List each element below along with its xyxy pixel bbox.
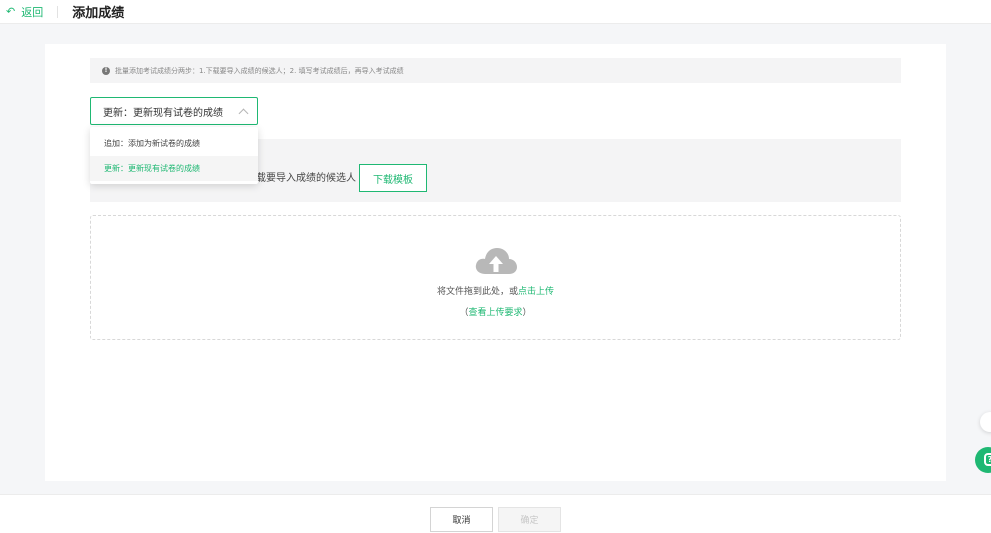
chevron-up-icon: [238, 108, 249, 118]
help-button[interactable]: ?: [975, 447, 991, 473]
undo-arrow-icon: ↶: [6, 5, 16, 18]
headset-icon[interactable]: [980, 412, 991, 432]
upload-dropzone[interactable]: 将文件拖到此处，或点击上传 （查看上传要求）: [90, 215, 901, 340]
cancel-button[interactable]: 取消: [430, 507, 493, 532]
upload-prompt-text: 将文件拖到此处，或: [436, 287, 518, 297]
help-icon: ?: [984, 453, 991, 466]
cloud-upload-icon: [475, 248, 517, 274]
back-button[interactable]: ↶ 返回: [0, 4, 43, 20]
info-icon: !: [102, 66, 110, 75]
upload-prompt: 将文件拖到此处，或点击上传: [437, 284, 554, 297]
mode-option-update[interactable]: 更新：更新现有试卷的成绩: [90, 156, 258, 181]
download-template-button[interactable]: 下载模板: [359, 164, 427, 192]
page-title: 添加成绩: [72, 6, 125, 21]
footer-bar: 取消 确定: [0, 494, 991, 533]
notice-text: 批量添加考试成绩分两步：1.下载要导入成绩的候选人；2. 填写考试成绩后，再导入…: [115, 66, 404, 75]
paren-close: ）: [522, 308, 532, 318]
notice-bar: ! 批量添加考试成绩分两步：1.下载要导入成绩的候选人；2. 填写考试成绩后，再…: [90, 58, 901, 83]
mode-option-append[interactable]: 追加：添加为新试卷的成绩: [90, 131, 258, 156]
mode-select[interactable]: 更新：更新现有试卷的成绩: [90, 97, 258, 125]
back-label: 返回: [21, 5, 44, 19]
header-divider: [57, 5, 59, 18]
download-step-text: 载要导入成绩的候选人: [256, 173, 356, 184]
top-bar: ↶ 返回 添加成绩: [0, 0, 991, 24]
main-card: ! 批量添加考试成绩分两步：1.下载要导入成绩的候选人；2. 填写考试成绩后，再…: [45, 44, 946, 481]
view-requirements-link[interactable]: 查看上传要求: [468, 308, 522, 318]
upload-requirements: （查看上传要求）: [459, 305, 531, 318]
mode-dropdown: 追加：添加为新试卷的成绩 更新：更新现有试卷的成绩: [90, 127, 258, 184]
click-upload-link[interactable]: 点击上传: [518, 287, 554, 297]
confirm-button[interactable]: 确定: [498, 507, 561, 532]
mode-select-value: 更新：更新现有试卷的成绩: [103, 107, 223, 119]
